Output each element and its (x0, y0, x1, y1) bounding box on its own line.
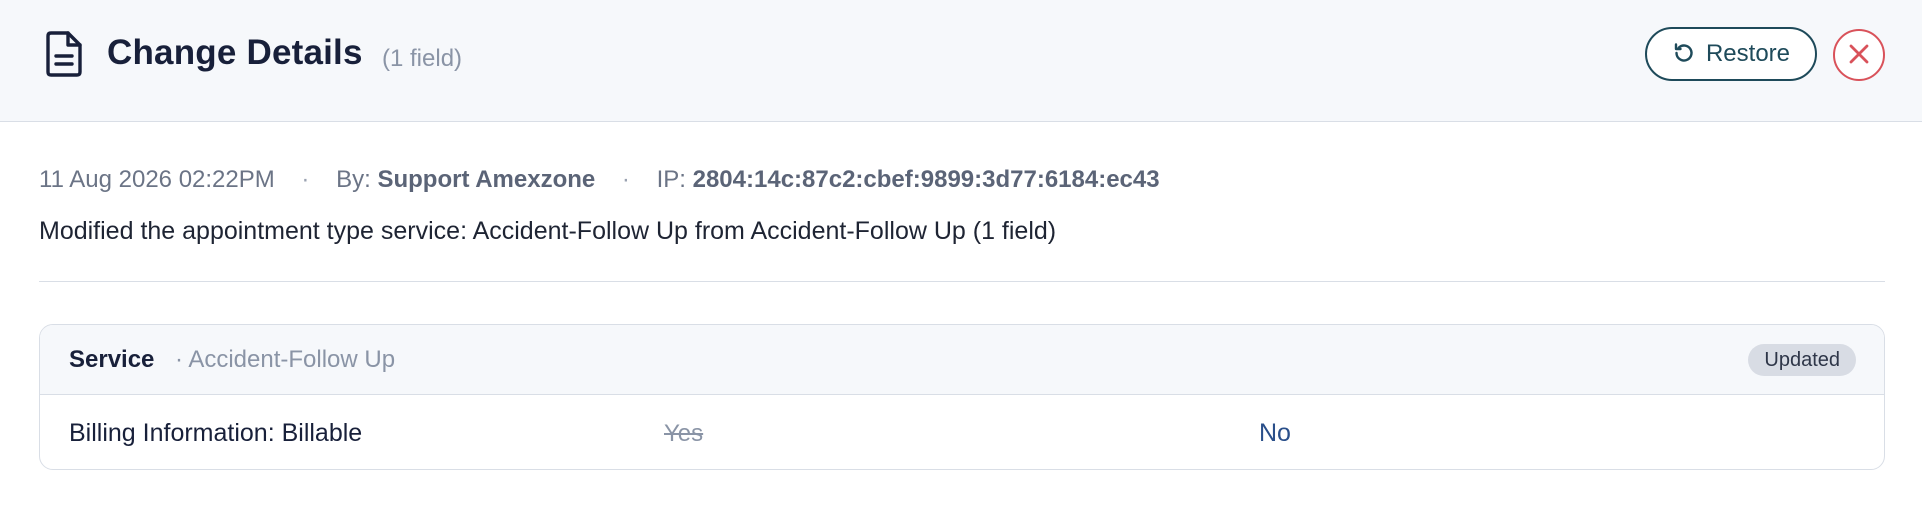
separator: · (621, 166, 630, 193)
ip-address: 2804:14c:87c2:cbef:9899:3d77:6184:ec43 (692, 166, 1160, 193)
author-name: Support Amexzone (377, 166, 596, 193)
field-count: (1 field) (382, 45, 463, 72)
modal-header: Change Details (1 field) Restore (0, 0, 1922, 122)
new-value: No (1259, 419, 1291, 447)
divider (39, 281, 1885, 282)
restore-button[interactable]: Restore (1645, 27, 1817, 81)
entity-subtitle: · Accident-Follow Up (175, 346, 396, 373)
by-prefix: By: (336, 166, 371, 193)
separator: · (301, 166, 310, 193)
document-icon (44, 30, 84, 78)
change-card: Service · Accident-Follow Up Updated Bil… (39, 324, 1885, 470)
old-value: Yes (664, 420, 704, 447)
restore-label: Restore (1705, 40, 1791, 67)
close-icon (1848, 43, 1870, 68)
timestamp: 11 Aug 2026 02:22PM (39, 166, 275, 193)
restore-icon (1672, 41, 1696, 68)
field-name: Billing Information: Billable (69, 419, 363, 447)
entity-name: Service (69, 346, 155, 373)
change-row: Billing Information: Billable Yes No (40, 395, 1884, 469)
ip-prefix: IP: (656, 166, 686, 193)
change-description: Modified the appointment type service: A… (39, 217, 1057, 245)
page-title: Change Details (107, 33, 363, 72)
change-card-header: Service · Accident-Follow Up Updated (40, 325, 1884, 395)
change-meta: 11 Aug 2026 02:22PM · By: Support Amexzo… (39, 166, 1160, 194)
status-badge: Updated (1748, 344, 1856, 376)
close-button[interactable] (1833, 29, 1885, 81)
